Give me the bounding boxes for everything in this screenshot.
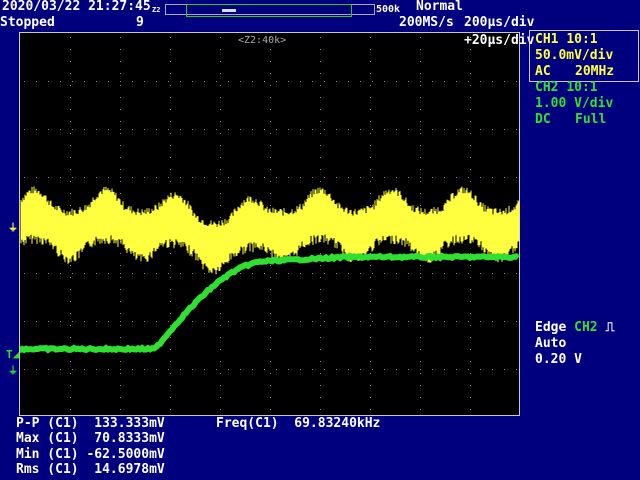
measure-value: 69.83240kHz	[294, 416, 381, 431]
measure-value: -62.5000mV	[86, 447, 165, 462]
ch2-bandwidth: Full	[575, 112, 607, 127]
memory-position-bar[interactable]	[165, 4, 375, 17]
zoom-tag: Z2	[152, 6, 161, 14]
waveform-graph	[20, 37, 520, 410]
measure-label: Max (C1)	[16, 431, 79, 446]
trigger-mode: Normal	[416, 0, 463, 14]
ch1-coupling: AC	[535, 64, 551, 79]
ch1-probe: 10:1	[566, 32, 598, 47]
trigger-source: CH2	[574, 320, 598, 335]
ch2-name: CH2	[535, 80, 559, 95]
ch2-coupling: DC	[535, 112, 551, 127]
ch2-probe: 10:1	[566, 80, 598, 95]
measure-freq: Freq(C1) 69.83240kHz	[216, 417, 380, 431]
ch1-name: CH1	[535, 32, 559, 47]
datetime: 2020/03/22 21:27:45	[2, 0, 151, 14]
measure-value: 14.6978mV	[94, 462, 165, 477]
trigger-level: 0.20 V	[535, 352, 582, 367]
zoom-label: <Z2:40k>	[238, 35, 287, 46]
measure-label: P-P (C1)	[16, 416, 79, 431]
measure-pp: P-P (C1) 133.333mV	[16, 417, 165, 431]
ch2-ground-marker-icon: ⏚	[8, 366, 18, 377]
measure-value: 133.333mV	[94, 416, 165, 431]
zoom-timebase: +20µs/div	[464, 33, 535, 48]
ch1-label: CH1 10:1	[535, 33, 598, 47]
trigger-level-marker-icon[interactable]: T◢	[6, 348, 19, 362]
trigger-type-label: Edge	[535, 320, 567, 335]
sample-rate: 200MS/s	[399, 15, 454, 30]
measure-value: 70.8333mV	[94, 431, 165, 446]
measure-label: Rms (C1)	[16, 462, 79, 477]
measure-rms: Rms (C1) 14.6978mV	[16, 463, 165, 477]
ch2-scale: 1.00 V/div	[535, 96, 614, 111]
ch2-label: CH2 10:1	[535, 81, 598, 95]
view-marker	[222, 9, 236, 12]
memory-length: 500k	[376, 4, 401, 15]
zoom-window[interactable]	[186, 4, 352, 17]
measure-max: Max (C1) 70.8333mV	[16, 432, 165, 446]
measure-min: Min (C1) -62.5000mV	[16, 448, 165, 462]
waveform-display[interactable]: <Z2:40k> +20µs/div	[19, 32, 534, 416]
acq-count: 9	[136, 15, 144, 30]
run-status: Stopped	[0, 15, 55, 30]
measure-label: Min (C1)	[16, 447, 79, 462]
rising-edge-icon: ⎍	[605, 320, 615, 335]
ch1-ground-marker-icon: ⏚	[8, 223, 18, 234]
trigger-mode-auto: Auto	[535, 336, 567, 351]
ch1-scale: 50.0mV/div	[535, 48, 614, 63]
timebase: 200µs/div	[464, 15, 535, 30]
trigger-type: Edge CH2 ⎍	[535, 321, 615, 335]
ch1-bandwidth: 20MHz	[575, 64, 615, 79]
ch2-trace	[20, 252, 520, 354]
measure-label: Freq(C1)	[216, 416, 279, 431]
